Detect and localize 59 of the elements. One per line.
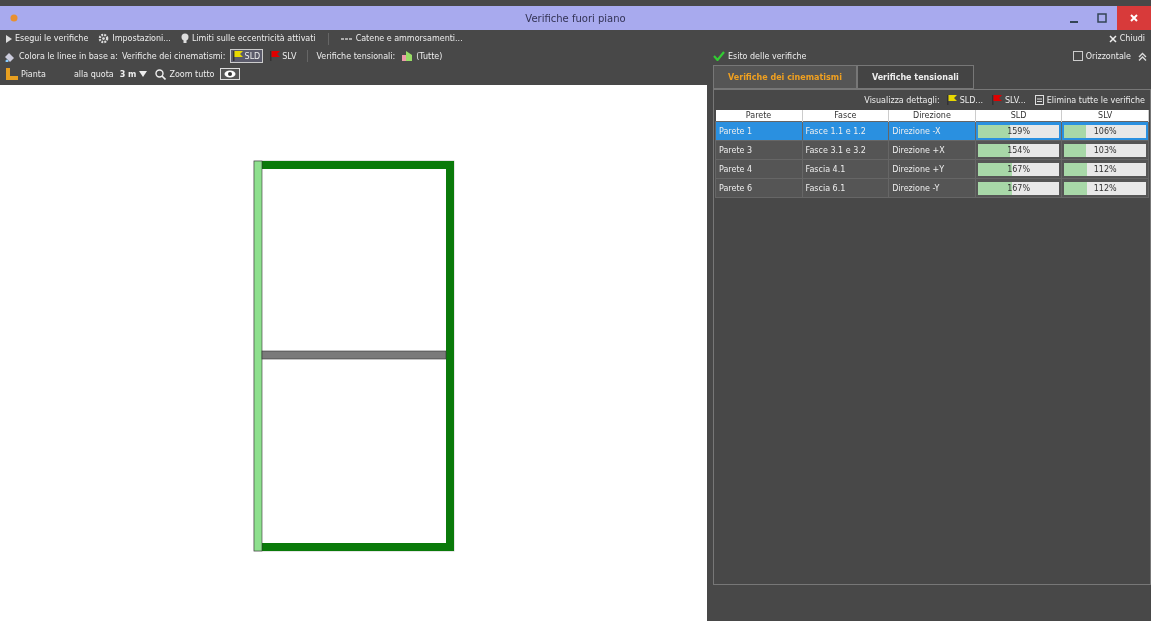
column-header: Fasce [802,110,889,122]
ratio-value: 154% [1006,144,1031,157]
maximize-icon [1097,13,1107,23]
tab[interactable]: Verifiche dei cinematismi [713,65,857,89]
gear-icon [98,33,110,44]
results-title: Esito delle verifiche [728,51,807,61]
column-header: Parete [715,110,803,122]
details-button[interactable]: SLV... [990,94,1028,106]
level-label: alla quota [73,69,114,79]
toolbar-button[interactable]: Impostazioni... [96,32,173,45]
ratio-value: 159% [1006,125,1031,138]
play-icon [6,34,12,43]
checkmark-icon [713,51,725,61]
table-cell: Parete 1 [715,121,803,141]
column-header: Direzione [888,110,976,122]
zoom-all-button[interactable]: Zoom tutto [153,67,217,81]
view-toggle-button[interactable] [220,68,241,80]
flag-toggle[interactable]: SLV [267,49,300,63]
color-by-label: Colora le linee in base a: [19,51,118,61]
plan-view-button[interactable]: Pianta [4,67,48,81]
l-shape-icon [6,68,18,80]
close-icon [1129,13,1139,23]
ratio-value: 167% [1006,182,1031,195]
column-header: SLV [1061,110,1149,122]
close-panel-button[interactable]: Chiudi [1106,33,1147,44]
calendar-icon [1034,95,1044,105]
details-button[interactable]: SLD... [944,94,985,106]
ratio-value: 106% [1092,125,1118,138]
toolbar-button[interactable]: Limiti sulle eccentricità attivati [178,32,318,45]
collapse-icon[interactable] [1138,51,1147,61]
close-icon [1108,34,1117,43]
toolbar-button[interactable]: Esegui le verifiche [4,33,91,44]
table-cell: Fasce 1.1 e 1.2 [802,121,889,141]
toolbar-button[interactable]: Catene e ammorsamenti... [338,33,465,44]
app-icon [10,14,18,22]
details-label: Visualizza dettagli: [864,95,940,105]
horizontal-checkbox[interactable]: Orizzontale [1072,51,1131,61]
tensional-checks-label: Verifiche tensionali: [316,51,396,61]
bulb-icon [180,33,189,44]
kinematic-checks-label: Verifiche dei cinematismi: [121,51,226,61]
tab[interactable]: Verifiche tensionali [856,65,974,89]
chain-icon [340,35,353,42]
caret-icon [139,71,148,77]
search-icon [155,68,167,80]
close-button[interactable] [1117,6,1151,30]
level-dropdown[interactable]: 3 m [117,68,150,80]
eye-icon [224,70,237,78]
delete-checks-button[interactable]: Elimina tutte le verifiche [1032,94,1147,106]
window-title: Verifiche fuori piano [525,12,626,24]
ratio-value: 112% [1092,163,1118,176]
minimize-icon [1070,21,1078,23]
column-header: SLD [975,110,1062,122]
ratio-value: 167% [1006,163,1031,176]
table-cell: Direzione -X [888,121,976,141]
flag-toggle[interactable]: SLD [229,49,264,63]
shapes-icon [401,50,414,62]
ratio-value: 103% [1092,144,1118,157]
ratio-value: 112% [1092,182,1118,195]
tensional-dropdown[interactable]: (Tutte) [399,49,445,63]
